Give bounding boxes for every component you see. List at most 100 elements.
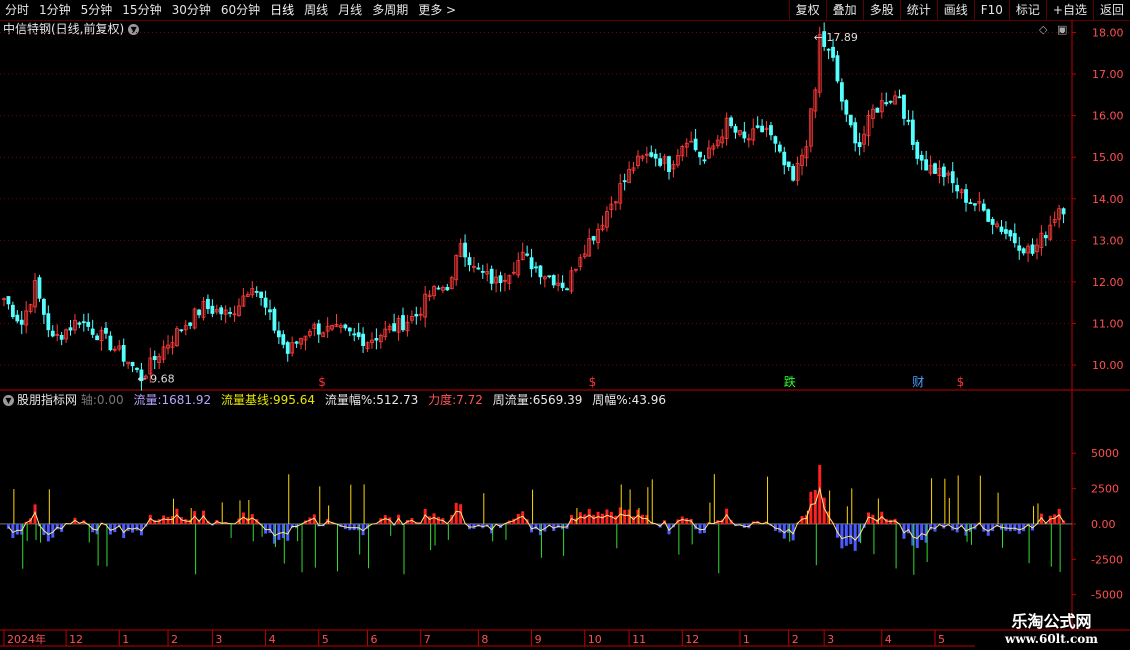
indicator-name: 股朋指标网 [17,393,78,407]
candle-body [950,171,955,184]
candle-body [1008,230,1013,237]
date-axis-label: 5 [938,633,945,646]
flow-bar [614,515,618,524]
candle-body [525,253,530,256]
candle-body [95,335,99,341]
flow-bar [632,516,636,524]
date-axis-label: 4 [885,633,892,646]
candle-body [538,265,543,278]
date-axis-label: 12 [69,633,83,646]
candle-body [19,319,24,325]
candle-body [489,268,494,284]
candle-body [356,332,361,337]
candle-body [219,307,224,315]
flow-baseline-curve [8,486,1064,541]
candle-body [228,312,233,314]
candle-body [534,266,538,269]
candle-body [42,298,46,315]
event-mark: 财 [912,375,924,389]
watermark-logo: 乐淘公式网 www.60lt.com [994,608,1109,646]
candle-body [698,151,702,158]
candle-body [902,94,906,119]
candle-body [152,356,157,361]
candle-body [108,335,113,351]
indicator-axis-label: 0.00 [1091,518,1116,531]
event-mark: $ [318,375,326,389]
candle-body [981,203,986,211]
date-axis-label: 7 [424,633,431,646]
candle-body [81,321,86,324]
price-chart[interactable]: 18.00 17.00 16.00 15.00 14.00 13.00 12.00 11.00… [0,0,1130,650]
candle-body [268,309,272,313]
candle-body [844,100,849,115]
flow-bar [46,523,50,542]
axis-label: 轴: [80,393,97,407]
candle-body [259,291,264,298]
candle-body [782,151,787,166]
candle-body [560,282,565,288]
flow-bar [1053,514,1057,524]
candle-body [498,275,503,283]
candle-body [276,330,281,338]
candle-body [316,323,321,335]
flow-bar [1017,523,1021,534]
date-axis-label: 9 [535,633,542,646]
candle-body [897,96,902,99]
candle-body [786,161,791,168]
event-mark: 跌 [784,374,796,389]
date-axis-label: 3 [827,633,834,646]
candle-body [59,334,64,340]
candle-body [254,291,259,293]
candle-body [445,287,450,291]
indicator-axis-label: -5000 [1091,589,1123,602]
indicator-axis-label: 2500 [1091,483,1119,496]
candle-body [37,277,42,299]
candle-body [1043,234,1048,239]
axis-value: 0.00 [96,393,124,407]
candle-body [551,275,556,286]
candle-body [667,156,671,172]
flow-bar [813,490,817,524]
indicator-axis-label: -2500 [1091,553,1123,566]
candle-body [294,341,299,344]
flow-label: 流量: [133,393,162,407]
price-axis-label: 14.00 [1092,193,1124,206]
flow-value: 1681.92 [161,393,212,407]
flow-bar [596,511,600,524]
flow-bar [583,514,587,524]
candle-body [414,314,419,317]
high-price-label: ← 17.89 [814,31,858,44]
flow-bar [1004,523,1008,531]
candle-body [565,288,569,291]
date-axis-label: 3 [215,633,222,646]
candle-body [840,82,844,102]
base-label: 流量基线: [220,393,273,407]
flow-bar [428,516,432,524]
candle-body [591,236,596,241]
candle-body [463,242,467,258]
candle-body [1061,208,1066,215]
event-mark: $ [589,375,597,389]
price-axis-label: 10.00 [1092,359,1124,372]
flow-bar [166,516,170,524]
candle-body [263,297,268,308]
candle-body [392,323,397,332]
candle-body [769,125,773,136]
candle-body [15,314,20,322]
candle-body [197,309,201,316]
candle-body [285,342,290,354]
candle-body [848,114,853,126]
candle-body [919,154,924,161]
candle-body [773,136,778,144]
candle-body [188,322,193,326]
flow-bar [844,523,848,546]
price-axis-label: 11.00 [1092,317,1124,330]
candle-body [104,327,108,334]
candle-body [888,100,893,103]
candle-body [658,158,663,166]
price-axis-label: 12.00 [1092,276,1124,289]
candle-body [352,333,357,336]
flow-bar [915,523,919,549]
candle-body [857,142,862,148]
chevron-down-icon[interactable]: ▼ [3,395,14,406]
